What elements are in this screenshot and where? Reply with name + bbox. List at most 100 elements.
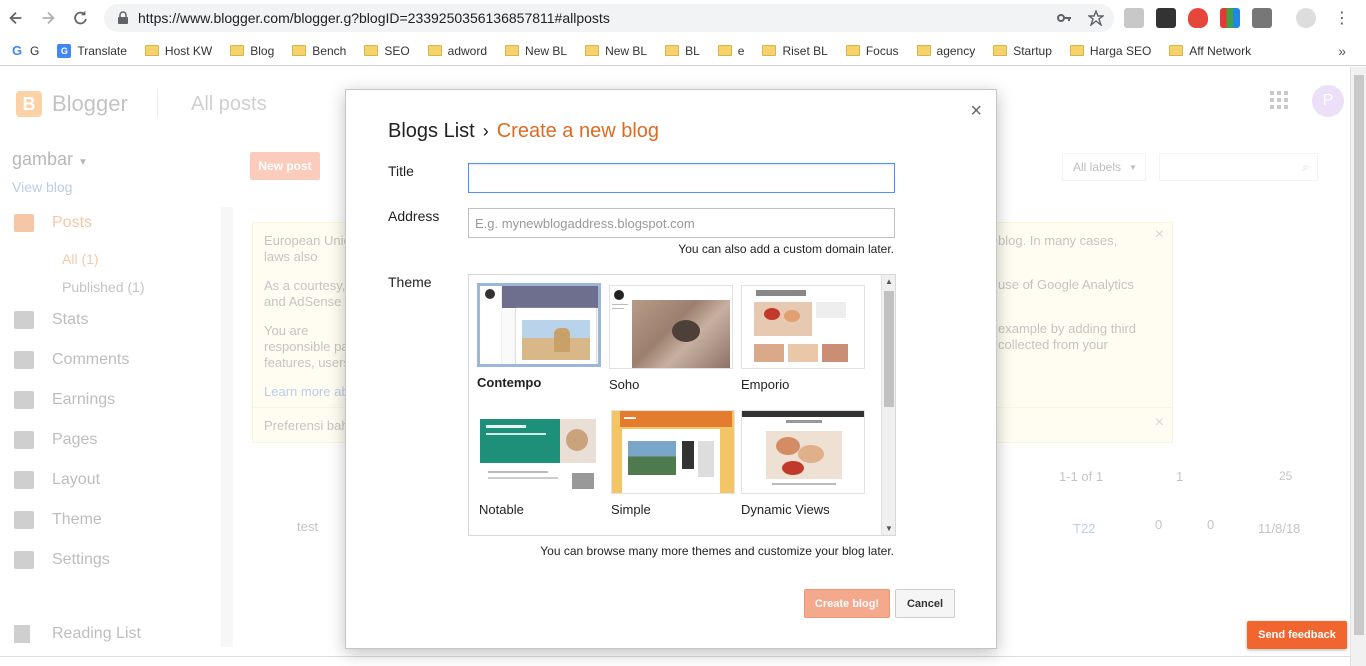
bookmark-folder[interactable]: Bench xyxy=(292,44,346,58)
sidebar-item-label: Reading List xyxy=(52,625,141,642)
per-page-select[interactable]: 25 xyxy=(1279,469,1292,483)
bookmark-folder[interactable]: e xyxy=(717,44,744,58)
blog-title-input[interactable] xyxy=(468,163,895,193)
avatar[interactable]: P xyxy=(1312,85,1344,117)
all-labels-dropdown[interactable]: All labels ▼ xyxy=(1062,153,1146,181)
bookmark-google[interactable]: GG xyxy=(10,43,39,58)
create-blog-dialog: × Blogs List › Create a new blog Title A… xyxy=(345,89,997,649)
key-icon[interactable] xyxy=(1056,10,1072,26)
bookmark-label: Harga SEO xyxy=(1089,43,1152,58)
bookmark-star-icon[interactable] xyxy=(1086,9,1106,28)
forward-icon[interactable] xyxy=(32,0,64,36)
bookmark-label: New BL xyxy=(605,43,648,58)
profile-icon[interactable] xyxy=(1296,8,1316,28)
sidebar-item-settings[interactable]: Settings xyxy=(14,551,110,569)
mail-extension-icon[interactable] xyxy=(1124,8,1144,28)
theme-contempo[interactable]: Contempo xyxy=(477,283,601,390)
new-post-button[interactable]: New post xyxy=(250,152,320,180)
close-icon[interactable]: × xyxy=(1155,227,1164,243)
sidebar-item-label: Theme xyxy=(52,511,102,528)
page-scrollbar[interactable] xyxy=(1350,67,1366,666)
theme-name: Contempo xyxy=(477,375,542,390)
post-label[interactable]: T22 xyxy=(1073,521,1095,536)
bookmark-folder[interactable]: Harga SEO xyxy=(1069,43,1152,58)
bookmark-folder[interactable]: Focus xyxy=(845,44,899,58)
layout-icon xyxy=(14,471,34,489)
create-blog-button[interactable]: Create blog! xyxy=(804,589,890,618)
sidebar-item-label: Stats xyxy=(52,311,89,328)
bookmark-folder[interactable]: BL xyxy=(665,44,700,58)
view-blog-link[interactable]: View blog xyxy=(12,179,72,195)
bookmark-folder[interactable]: New BL xyxy=(585,44,647,58)
cancel-button[interactable]: Cancel xyxy=(895,589,955,618)
bookmark-folder[interactable]: Blog xyxy=(230,44,274,58)
sidebar-item-earnings[interactable]: Earnings xyxy=(14,391,115,409)
apps-grid-icon[interactable] xyxy=(1270,91,1288,109)
scrollbar-thumb[interactable] xyxy=(884,291,894,407)
sidebar-sub-published[interactable]: Published (1) xyxy=(62,279,145,295)
address-hint: You can also add a custom domain later. xyxy=(678,242,894,256)
bookmark-folder[interactable]: Aff Network xyxy=(1169,44,1251,58)
folder-icon xyxy=(845,45,860,56)
theme-simple[interactable]: ▬▬ Simple xyxy=(611,410,735,517)
bookmark-folder[interactable]: Startup xyxy=(993,44,1052,58)
sidebar-item-comments[interactable]: Comments xyxy=(14,351,129,369)
shield-extension-icon[interactable] xyxy=(1156,8,1176,28)
bookmark-folder[interactable]: SEO xyxy=(364,44,410,58)
sidebar-item-posts[interactable]: Posts xyxy=(14,214,92,232)
title-label: Title xyxy=(388,163,414,179)
search-icon: ⌕ xyxy=(1302,160,1309,174)
theme-soho[interactable]: Soho xyxy=(609,285,733,392)
paint-roller-icon xyxy=(14,511,34,529)
bookmark-folder[interactable]: New BL xyxy=(505,44,567,58)
scrollbar-thumb[interactable] xyxy=(1354,75,1364,635)
blogger-logo-icon[interactable]: B xyxy=(16,91,42,117)
bookmark-folder[interactable]: agency xyxy=(916,44,975,58)
view-count: 0 xyxy=(1207,517,1215,532)
send-feedback-button[interactable]: Send feedback xyxy=(1247,621,1347,649)
theme-notable[interactable]: Notable xyxy=(479,410,603,517)
scroll-up-icon[interactable]: ▲ xyxy=(885,277,893,286)
theme-dynamic-views[interactable]: Dynamic Views xyxy=(741,410,865,517)
folder-icon xyxy=(427,45,442,56)
theme-hint: You can browse many more themes and cust… xyxy=(540,544,894,558)
sidebar-item-pages[interactable]: Pages xyxy=(14,431,97,449)
post-title[interactable]: test xyxy=(297,519,318,534)
sidebar-sub-all[interactable]: All (1) xyxy=(62,251,99,267)
color-extension-icon[interactable] xyxy=(1220,8,1240,28)
blog-selector[interactable]: gambar ▼ xyxy=(12,149,88,170)
camera-extension-icon[interactable] xyxy=(1252,8,1272,28)
page-number[interactable]: 1 xyxy=(1176,469,1183,484)
bookmarks-bar: GG G Translate Host KW Blog Bench SEO adw… xyxy=(0,36,1366,66)
back-icon[interactable] xyxy=(0,0,32,36)
theme-picker: Contempo Soho Emporio Notable ▬▬ Simple … xyxy=(468,274,896,536)
close-icon[interactable]: × xyxy=(970,100,982,123)
dollar-icon xyxy=(14,391,34,409)
sidebar-item-reading-list[interactable]: Reading List xyxy=(14,625,141,643)
theme-name: Notable xyxy=(479,502,524,517)
menu-kebab-icon[interactable]: ⋮ xyxy=(1334,8,1350,28)
bookmark-label: Host KW xyxy=(164,43,213,58)
close-icon[interactable]: × xyxy=(1155,414,1164,432)
bookmark-folder[interactable]: Host KW xyxy=(144,43,213,58)
bookmark-folder[interactable]: Riset BL xyxy=(762,44,828,58)
chevron-down-icon: ▼ xyxy=(78,157,88,168)
bookmark-translate[interactable]: G Translate xyxy=(57,43,127,58)
address-label: Address xyxy=(388,208,440,224)
sidebar-item-stats[interactable]: Stats xyxy=(14,311,88,329)
brave-extension-icon[interactable] xyxy=(1188,8,1208,28)
sidebar-item-theme[interactable]: Theme xyxy=(14,511,102,529)
scroll-down-icon[interactable]: ▼ xyxy=(885,524,893,533)
posts-search-input[interactable]: ⌕ xyxy=(1159,153,1318,181)
reload-icon[interactable] xyxy=(64,0,96,36)
bookmark-folder[interactable]: adword xyxy=(427,44,487,58)
sidebar-item-layout[interactable]: Layout xyxy=(14,471,100,489)
sidebar-scrollbar[interactable] xyxy=(221,207,233,647)
theme-emporio[interactable]: Emporio xyxy=(741,285,865,392)
blog-address-input[interactable] xyxy=(468,208,895,238)
breadcrumb-blogs-list[interactable]: Blogs List xyxy=(388,120,475,143)
header-divider xyxy=(157,89,158,117)
address-bar[interactable]: https://www.blogger.com/blogger.g?blogID… xyxy=(104,4,1114,32)
bookmarks-more-icon[interactable]: » xyxy=(1338,43,1346,59)
theme-scrollbar[interactable]: ▲ ▼ xyxy=(881,275,895,535)
